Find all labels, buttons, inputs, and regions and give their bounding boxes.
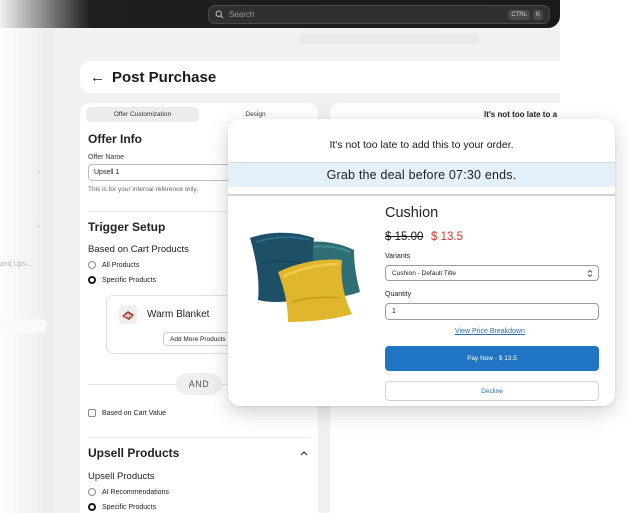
sale-price: $ 13.5 — [431, 231, 463, 243]
radio-label: Specific Products — [102, 276, 157, 284]
upsell-popup: It's not too late to add this to your or… — [228, 119, 615, 406]
sidebar-item-label[interactable]: and Ups... — [0, 261, 32, 268]
chevron-right-icon[interactable]: › — [37, 220, 40, 230]
sidebar-item-active[interactable] — [0, 319, 46, 333]
product-name: Warm Blanket — [147, 309, 210, 320]
product-image — [250, 232, 360, 322]
radio-button[interactable] — [88, 488, 96, 496]
offer-name-help: This is for your internal reference only… — [88, 186, 199, 193]
upsell-products-title: Upsell Products — [88, 446, 180, 460]
checkbox[interactable] — [88, 409, 96, 417]
countdown-banner: Grab the deal before 07:30 ends. — [228, 163, 615, 187]
offer-name-label: Offer Name — [88, 154, 125, 161]
quantity-field[interactable]: 1 — [385, 303, 599, 320]
preview-heading: It's not too late to a — [484, 110, 558, 119]
variants-label: Variants — [385, 253, 411, 260]
radio-specific-products-upsell[interactable]: Specific Products — [88, 503, 156, 511]
radio-label: AI Recommendations — [102, 488, 169, 496]
trigger-subtitle: Based on Cart Products — [88, 244, 189, 255]
pay-now-button[interactable]: Pay Now - $ 13.5 — [385, 346, 599, 371]
product-thumbnail — [119, 306, 137, 324]
chevron-right-icon[interactable]: › — [37, 166, 40, 176]
radio-button-selected[interactable] — [88, 503, 96, 511]
page-title: Post Purchase — [112, 68, 217, 86]
radio-button-selected[interactable] — [88, 276, 96, 284]
and-separator: AND — [176, 373, 222, 395]
radio-label: Specific Products — [102, 503, 157, 511]
quantity-label: Quantity — [385, 291, 412, 298]
trigger-setup-title: Trigger Setup — [88, 220, 166, 234]
view-price-breakdown-link[interactable]: View Price Breakdown — [455, 328, 525, 335]
popup-heading: It's not too late to add this to your or… — [329, 139, 514, 151]
placeholder-bar — [299, 34, 479, 44]
variant-select[interactable]: Cushion - Default Title — [385, 265, 599, 281]
radio-button[interactable] — [88, 261, 96, 269]
shortcut-key-k: K — [532, 9, 543, 20]
search-icon — [215, 10, 224, 19]
arrow-left-icon[interactable]: ← — [90, 69, 106, 86]
search-input[interactable]: Search CTRL K — [208, 5, 550, 24]
checkbox-label: Based on Cart Value — [102, 409, 167, 417]
product-name: Cushion — [385, 205, 439, 221]
select-arrows-icon — [587, 269, 593, 278]
decline-button[interactable]: Decline — [385, 381, 599, 401]
sidebar: › › and Ups... — [0, 28, 54, 513]
tab-offer-customization[interactable]: Offer Customization — [86, 107, 199, 122]
variant-selected-value: Cushion - Default Title — [392, 269, 456, 277]
divider — [228, 194, 615, 196]
original-price: $ 15.00 — [385, 231, 424, 243]
radio-all-products[interactable]: All Products — [88, 261, 139, 269]
radio-label: All Products — [102, 261, 140, 269]
add-more-products-button[interactable]: Add More Products — [163, 332, 233, 346]
search-placeholder: Search — [229, 10, 255, 19]
page-header: ← Post Purchase — [80, 61, 560, 93]
top-bar: Search CTRL K — [0, 0, 560, 28]
checkbox-cart-value[interactable]: Based on Cart Value — [88, 409, 166, 417]
radio-ai-recommendations[interactable]: AI Recommendations — [88, 488, 169, 496]
upsell-subtitle: Upsell Products — [88, 471, 155, 482]
radio-specific-products[interactable]: Specific Products — [88, 276, 156, 284]
offer-info-title: Offer Info — [88, 132, 142, 146]
divider — [88, 437, 310, 438]
chevron-up-icon[interactable] — [300, 449, 308, 457]
shortcut-key-ctrl: CTRL — [508, 9, 530, 20]
